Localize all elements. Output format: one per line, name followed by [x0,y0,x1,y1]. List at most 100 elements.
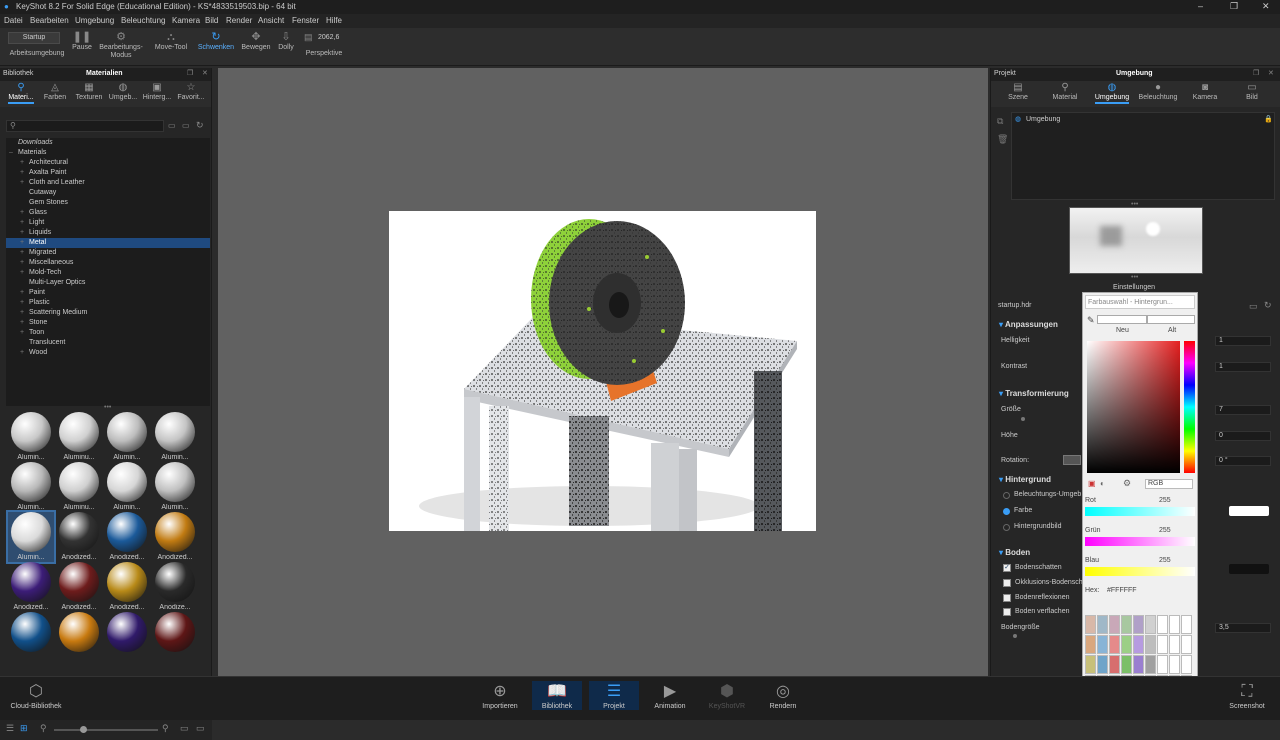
tree-item[interactable]: + Axalta Paint [6,168,210,178]
palette-swatch[interactable] [1121,615,1132,634]
tab-environments[interactable]: ◍ Umgeb... [106,82,140,101]
cloud-library-button[interactable]: ⬡ Cloud-Bibliothek [8,681,64,710]
panel-close-icon[interactable]: ✕ [202,69,208,77]
zoom-value[interactable]: 2062,6 [318,32,346,44]
material-thumbnail[interactable]: Alumin... [6,510,56,564]
tab-environment[interactable]: ◍ Umgebung [1091,82,1133,104]
expand-icon[interactable]: + [20,238,24,248]
expand-icon[interactable]: + [20,168,24,178]
expand-icon[interactable]: + [20,318,24,328]
palette-swatch[interactable] [1097,635,1108,654]
tree-item[interactable]: + Plastic [6,298,210,308]
float-icon[interactable]: ❐ [187,69,193,77]
render-image[interactable] [389,211,816,531]
settings-gear-icon[interactable]: ⚙ [1123,478,1131,489]
material-thumbnail[interactable] [152,612,198,662]
close-icon[interactable]: ✕ [1262,1,1270,12]
render-viewport[interactable] [218,68,988,676]
expand-icon[interactable]: + [20,228,24,238]
checkbox-boden-verflachen[interactable] [1003,608,1011,616]
tree-item[interactable]: Gem Stones [6,198,210,208]
hdr-file-field[interactable]: startup.hdr [995,302,1083,312]
splitter-handle[interactable]: ••• [1131,274,1138,281]
checkbox-bodenschatten[interactable]: ✓ [1003,564,1011,572]
animation-button[interactable]: ▶ Animation [645,681,695,710]
expand-icon[interactable]: + [20,158,24,168]
hoehe-input[interactable]: 0 [1215,431,1271,441]
tab-scene[interactable]: ▤ Szene [999,82,1037,101]
grid-view-icon[interactable]: ⊞ [20,723,28,734]
material-thumbnail[interactable]: Alumin... [8,412,54,462]
material-thumbnail[interactable]: Anodized... [56,512,102,562]
menu-ansicht[interactable]: Ansicht [258,16,284,25]
pan-button[interactable]: ✥ Bewegen [240,30,272,51]
menu-beleuchtung[interactable]: Beleuchtung [121,16,165,25]
material-thumbnail[interactable]: Alumin... [152,412,198,462]
palette-swatch[interactable] [1097,615,1108,634]
panel-close-icon[interactable]: ✕ [1268,69,1274,77]
hex-input[interactable]: #FFFFFF [1105,585,1193,596]
menu-datei[interactable]: Datei [4,16,23,25]
library-button[interactable]: 📖 Bibliothek [532,681,582,710]
color-wheel-icon[interactable]: ◐ [1100,479,1105,488]
tree-item[interactable]: + Cloth and Leather [6,178,210,188]
palette-swatch[interactable] [1085,655,1096,674]
environment-list-item[interactable]: ◍ Umgebung 🔒 [1012,115,1274,125]
red-slider[interactable] [1085,507,1195,516]
rotation-dial[interactable] [1063,455,1081,465]
shadow-color-swatch[interactable] [1229,564,1269,574]
refresh-icon[interactable]: ↻ [1264,300,1272,311]
workspace-dropdown[interactable]: Startup [8,32,60,44]
tree-item[interactable]: + Architectural [6,158,210,168]
material-thumbnail[interactable]: Alumin... [104,462,150,512]
tab-camera[interactable]: ◙ Kamera [1187,82,1223,101]
screenshot-button[interactable]: ⛶ Screenshot [1222,681,1272,710]
palette-swatch[interactable] [1133,655,1144,674]
tab-material[interactable]: ⚲ Material [1046,82,1084,101]
palette-swatch[interactable] [1169,655,1180,674]
expand-icon[interactable]: + [20,298,24,308]
tree-item[interactable]: Translucent [6,338,210,348]
section-anpassungen[interactable]: Anpassungen [999,320,1058,329]
slider-handle[interactable] [80,726,87,733]
palette-swatch[interactable] [1109,655,1120,674]
menu-hilfe[interactable]: Hilfe [326,16,342,25]
pause-button[interactable]: ❚❚ Pause [70,30,94,51]
tree-item[interactable]: + Toon [6,328,210,338]
material-thumbnail[interactable]: Aluminu... [56,412,102,462]
palette-swatch[interactable] [1109,635,1120,654]
material-thumbnail[interactable]: Alumin... [152,462,198,512]
tab-image[interactable]: ▭ Bild [1235,82,1269,101]
tree-item[interactable]: + Liquids [6,228,210,238]
zoom-in-icon[interactable]: ⚲ [162,723,169,734]
material-thumbnail[interactable]: Anodized... [152,512,198,562]
palette-swatch[interactable] [1121,655,1132,674]
thumbnail-size-slider[interactable] [54,729,158,731]
color-mode-select[interactable]: RGB [1145,479,1193,489]
material-thumbnail[interactable] [56,612,102,662]
tab-lighting[interactable]: ● Beleuchtung [1137,82,1179,101]
material-thumbnail[interactable]: Aluminu... [56,462,102,512]
palette-swatch[interactable] [1097,655,1108,674]
expand-icon[interactable]: + [20,258,24,268]
radio-lighting-env[interactable] [1003,492,1010,499]
menu-fenster[interactable]: Fenster [292,16,319,25]
project-button[interactable]: ☰ Projekt [589,681,639,710]
tree-item[interactable]: + Glass [6,208,210,218]
restore-icon[interactable]: ❐ [1230,1,1238,12]
bodengroesse-slider-handle[interactable] [1013,634,1017,638]
palette-swatch[interactable] [1181,655,1192,674]
section-hintergrund[interactable]: Hintergrund [999,475,1051,484]
delete-icon[interactable]: 🗑 [997,134,1008,145]
green-slider[interactable] [1085,537,1195,546]
tree-item[interactable]: – Materials [6,148,210,158]
tree-item[interactable]: + Paint [6,288,210,298]
expand-icon[interactable]: + [20,218,24,228]
render-button[interactable]: ◎ Rendern [758,681,808,710]
blue-slider[interactable] [1085,567,1195,576]
palette-swatch[interactable] [1121,635,1132,654]
material-thumbnail[interactable]: Anodize... [152,562,198,612]
material-thumbnail[interactable]: Alumin... [8,462,54,512]
groesse-input[interactable]: 7 [1215,405,1271,415]
kontrast-input[interactable]: 1 [1215,362,1271,372]
